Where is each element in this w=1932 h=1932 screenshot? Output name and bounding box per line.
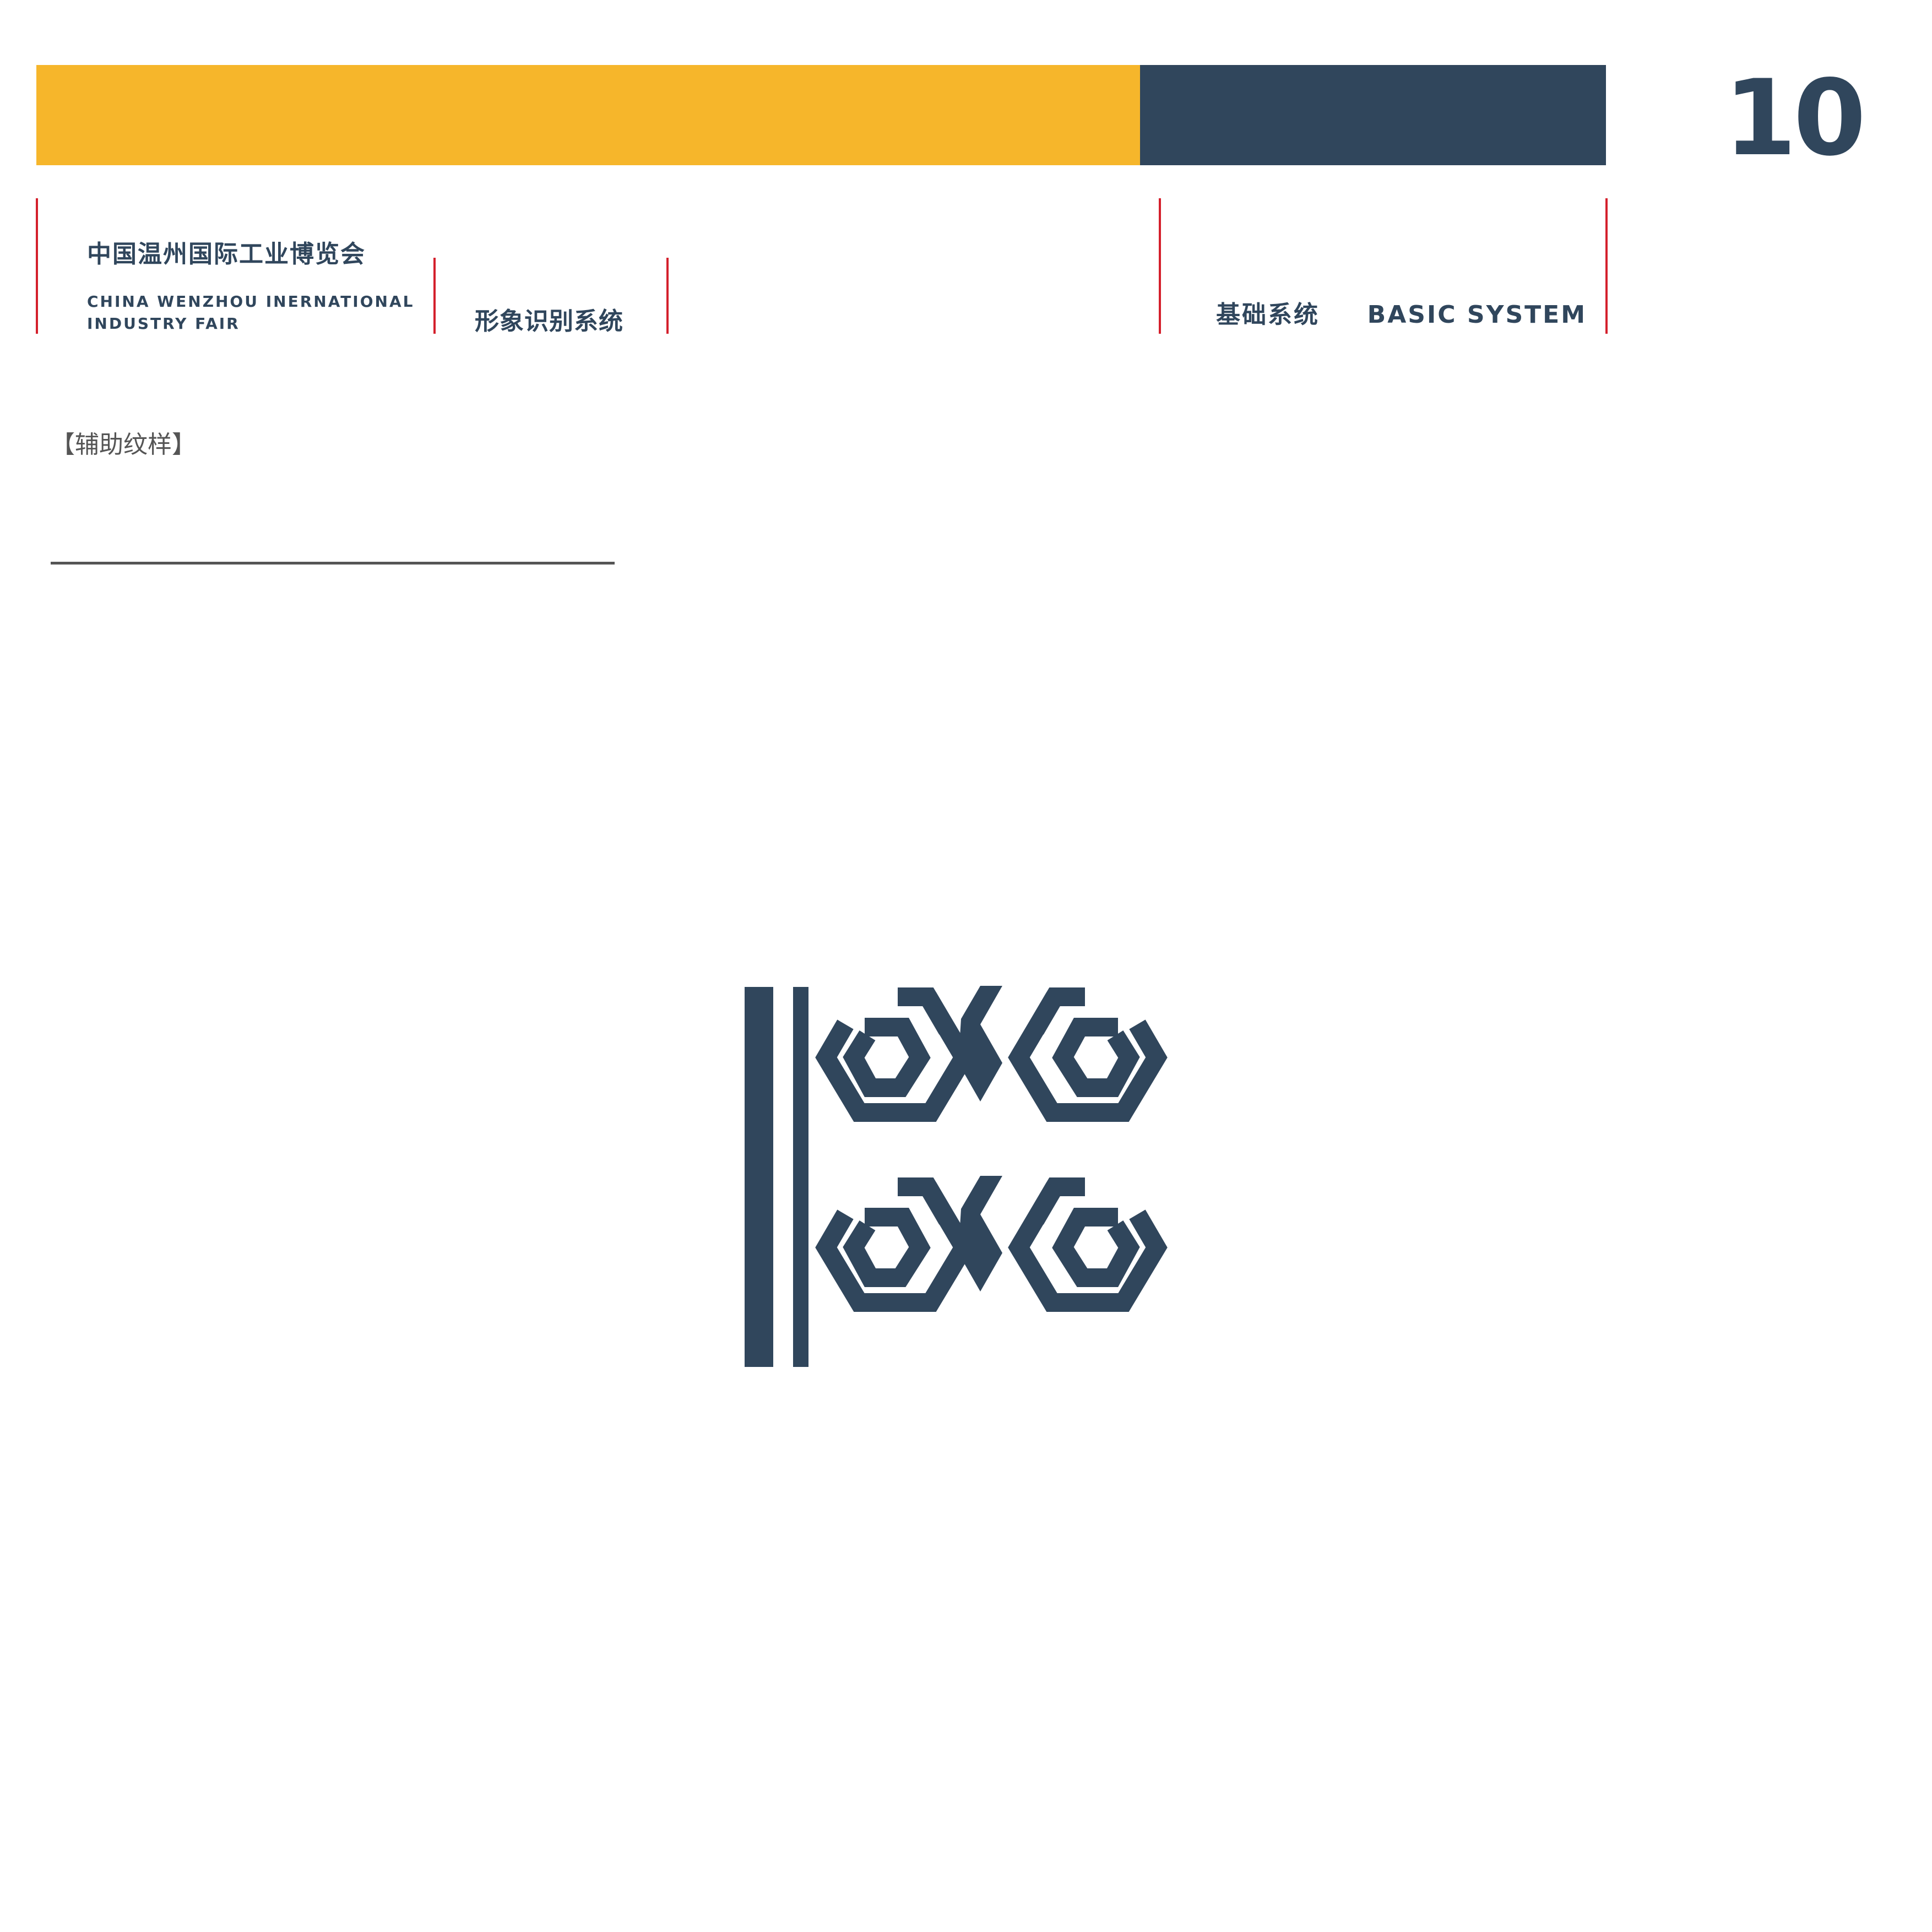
org-name-en-line1: CHINA WENZHOU INERNATIONAL — [87, 292, 415, 311]
header-accent-bar-navy — [1140, 65, 1606, 165]
system-label: 基础系统 BASIC SYSTEM — [1216, 300, 1587, 330]
header-divider — [1159, 198, 1161, 334]
pattern-link-icon — [958, 1176, 1002, 1291]
pattern-bar-icon — [745, 987, 773, 1367]
hexagon-unit-icon — [1019, 1187, 1157, 1303]
header-accent-bar-yellow — [36, 65, 1140, 165]
section-title: 形象识别系统 — [475, 307, 623, 335]
system-label-en: BASIC SYSTEM — [1367, 301, 1587, 329]
system-label-cn: 基础系统 — [1216, 301, 1320, 329]
header-divider — [36, 198, 38, 334]
pattern-bar-icon — [793, 987, 808, 1367]
org-name-cn: 中国温州国际工业博览会 — [87, 240, 366, 268]
header-divider — [433, 258, 436, 334]
org-name-en-line2: INDUSTRY FAIR — [87, 314, 240, 333]
page-number: 10 — [1724, 57, 1866, 179]
hexagon-unit-icon — [826, 1187, 964, 1303]
header-divider — [666, 258, 669, 334]
subtitle-rule — [51, 562, 615, 565]
header-divider — [1605, 198, 1608, 334]
hexagon-unit-icon — [826, 997, 964, 1112]
pattern-link-icon — [958, 986, 1002, 1101]
page-subtitle: 【辅助纹样】 — [51, 431, 196, 459]
org-name-en: CHINA WENZHOU INERNATIONAL INDUSTRY FAIR — [87, 291, 414, 335]
hexagon-spiral-pattern-icon — [744, 986, 1201, 1368]
hexagon-unit-icon — [1019, 997, 1157, 1112]
